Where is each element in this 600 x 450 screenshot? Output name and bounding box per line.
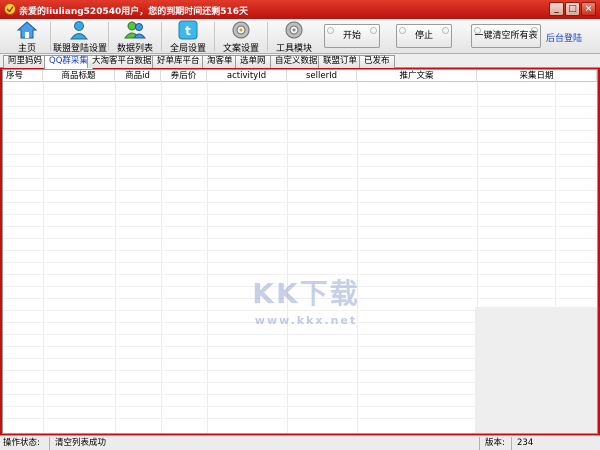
column-header[interactable]: 券后价 [161, 70, 207, 82]
grid-line [3, 118, 597, 119]
twitter-bird-icon: t [178, 20, 198, 40]
column-header[interactable]: 序号 [3, 70, 43, 82]
tab-taokedan[interactable]: 淘客单 [202, 55, 238, 68]
tab-haodanku[interactable]: 好单库平台 [152, 55, 205, 68]
grid-line [3, 262, 597, 263]
grid-line [3, 142, 597, 143]
grid-line [3, 178, 597, 179]
close-button[interactable]: × [581, 2, 596, 16]
grid-line [3, 190, 597, 191]
toolbar-separator [267, 22, 268, 51]
gear-icon [285, 21, 303, 39]
svg-text:t: t [185, 24, 191, 38]
clear-all-tables-button[interactable]: 一键清空所有表 [471, 24, 541, 48]
app-icon [4, 3, 16, 15]
copy-settings-button[interactable]: 文案设置 [219, 20, 263, 54]
tab-published[interactable]: 已发布 [359, 55, 395, 68]
tab-dataoke[interactable]: 大淘客平台数据 [87, 55, 157, 68]
minimize-icon: _ [554, 4, 559, 14]
version-value: 234 [517, 438, 534, 448]
column-header[interactable]: sellerId [287, 70, 357, 82]
column-header[interactable]: 推广文案 [357, 70, 477, 82]
watermark-logo: KK下载 [252, 277, 360, 310]
grid-line [3, 106, 597, 107]
start-button[interactable]: 开始 [324, 24, 380, 48]
gear-icon [232, 21, 250, 39]
data-table[interactable]: 序号 商品标题 商品id 券后价 activityId sellerId 推广文… [2, 69, 598, 434]
stop-button[interactable]: 停止 [396, 24, 452, 48]
column-header[interactable]: 商品id [115, 70, 161, 82]
users-icon [124, 21, 146, 39]
tab-alliance-orders[interactable]: 联盟订单 [318, 55, 363, 68]
global-settings-button[interactable]: t 全局设置 [166, 20, 210, 54]
grid-line [3, 130, 597, 131]
maximize-button[interactable]: □ [565, 2, 580, 16]
column-header[interactable]: 商品标题 [43, 70, 115, 82]
data-list-button[interactable]: 数据列表 [113, 20, 157, 54]
title-bar: 亲爱的liuliang520540用户，您的到期时间还剩516天 _ □ × [0, 0, 600, 19]
tab-qq-group[interactable]: QQ群采集 [44, 55, 93, 69]
watermark: KK下载 www.kkx.net [241, 272, 371, 327]
alliance-login-settings-button[interactable]: 联盟登陆设置 [53, 20, 107, 54]
version-label: 版本: [482, 437, 512, 450]
grid-line [3, 202, 597, 203]
tab-xuandan[interactable]: 选单网 [235, 55, 271, 68]
status-bar: 操作状态: 清空列表成功 版本: 234 [0, 435, 600, 450]
close-icon: × [584, 4, 593, 14]
toolbar: 主页 联盟登陆设置 数据列表 t 全局设置 文案设置 工具模块 开始 停止 一键… [0, 19, 600, 54]
user-icon [70, 21, 88, 40]
column-header[interactable]: activityId [207, 70, 287, 82]
toolbar-separator [108, 22, 109, 51]
status-message: 清空列表成功 [52, 437, 480, 450]
toolbar-separator [50, 22, 51, 51]
grid-line [3, 250, 597, 251]
minimize-button[interactable]: _ [549, 2, 564, 16]
grid-line [3, 94, 597, 95]
home-icon [16, 21, 38, 39]
grid-line [3, 226, 597, 227]
tab-alimama[interactable]: 阿里妈妈 [3, 55, 48, 68]
table-header: 序号 商品标题 商品id 券后价 activityId sellerId 推广文… [3, 70, 597, 82]
tab-bar: 阿里妈妈 QQ群采集 大淘客平台数据 好单库平台 淘客单 选单网 自定义数据 联… [0, 54, 600, 69]
watermark-url: www.kkx.net [254, 314, 358, 327]
window-title: 亲爱的liuliang520540用户，您的到期时间还剩516天 [19, 7, 249, 17]
toolbar-separator [161, 22, 162, 51]
status-label: 操作状态: [0, 437, 50, 450]
maximize-icon: □ [568, 4, 577, 14]
backend-login-link[interactable]: 后台登陆 [546, 31, 582, 44]
column-header[interactable]: 采集日期 [477, 70, 597, 82]
grid-line [3, 238, 597, 239]
table-empty-area [475, 307, 597, 433]
toolbar-separator [214, 22, 215, 51]
tab-custom-data[interactable]: 自定义数据 [270, 55, 323, 68]
grid-line [3, 166, 597, 167]
grid-line [3, 154, 597, 155]
home-button[interactable]: 主页 [8, 20, 46, 54]
tool-module-button[interactable]: 工具模块 [272, 20, 316, 54]
grid-line [3, 214, 597, 215]
